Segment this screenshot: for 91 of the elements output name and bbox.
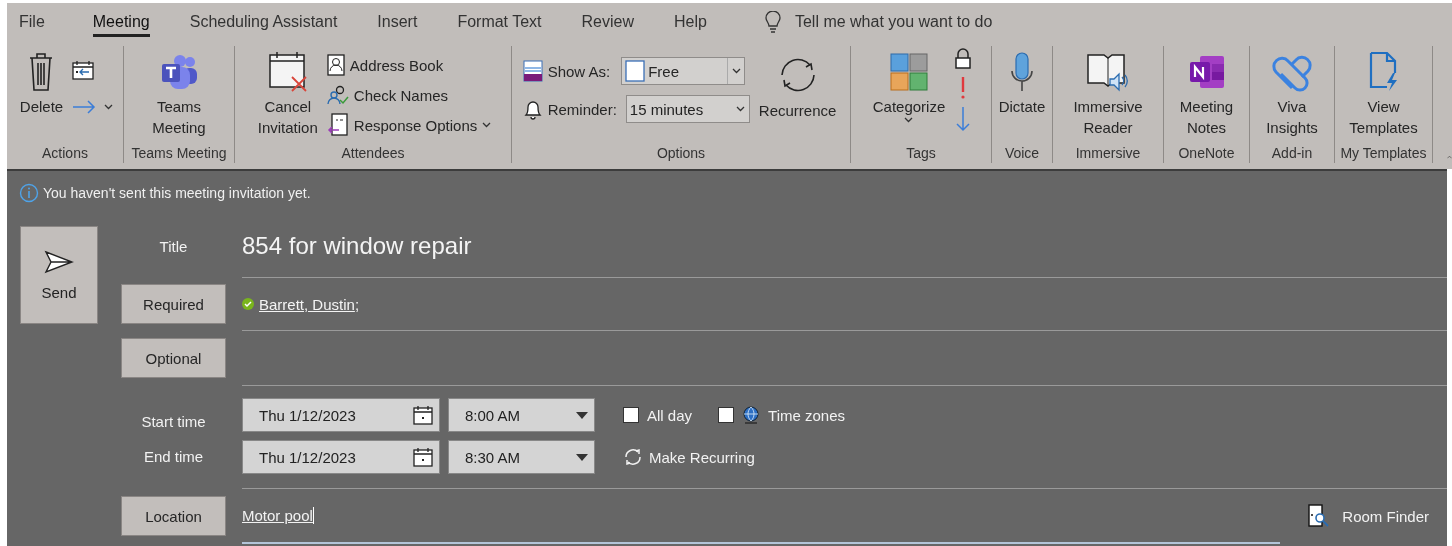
time-dropdown[interactable]: 8:30 AM (448, 440, 595, 474)
show-as-dropdown[interactable]: Free (621, 57, 746, 85)
reminder-label: Reminder: (547, 100, 617, 118)
ribbon-button[interactable]: Viva Insights (1263, 46, 1321, 145)
menu-tab[interactable]: Review (561, 3, 654, 40)
location-field[interactable]: Motor pool (242, 488, 1281, 544)
check-circle-icon (242, 298, 254, 310)
paper-plane-icon (44, 249, 74, 274)
bell-icon (522, 98, 543, 120)
date-field[interactable]: Thu 1/12/2023 (242, 440, 440, 474)
people-check-icon (326, 85, 349, 105)
date-field[interactable]: Thu 1/12/2023 (242, 398, 440, 432)
door-magnifier-icon (1308, 504, 1331, 528)
time-dropdown[interactable]: 8:00 AM (448, 398, 595, 432)
exclamation-icon[interactable] (960, 76, 967, 100)
people-icon (159, 54, 199, 90)
required-button[interactable]: Required (121, 284, 226, 324)
microphone-icon (1010, 51, 1034, 93)
menu-tab[interactable]: Help (654, 3, 727, 40)
collapse-ribbon-icon[interactable] (1447, 153, 1452, 161)
lock-icon[interactable] (954, 48, 973, 70)
group-label: Actions (41, 145, 89, 163)
menu-tab[interactable]: Meeting (72, 3, 170, 40)
arrow-down-icon[interactable] (956, 106, 971, 132)
attendee-link[interactable]: Barrett, Dustin; (259, 295, 360, 313)
info-message: You haven't sent this meeting invitation yet. (43, 185, 311, 201)
optional-button[interactable]: Optional (121, 338, 226, 378)
arrow-right-icon (72, 100, 97, 114)
group-label: Tags (905, 145, 937, 163)
cycle-arrows-icon (623, 448, 643, 466)
end-time-label: End time (143, 447, 204, 465)
ribbon-button[interactable]: Dictate (995, 46, 1049, 145)
menu-tab[interactable]: Insert (357, 3, 438, 40)
calendar-cross-icon (267, 51, 308, 93)
status-bar-icon (522, 60, 543, 82)
ribbon-button[interactable]: Response Options (326, 110, 492, 140)
reminder-dropdown[interactable]: 15 minutes (625, 95, 750, 123)
contact-card-icon (326, 54, 345, 76)
ribbon-button[interactable]: Categorize (869, 46, 949, 145)
ribbon-button[interactable]: Check Names (326, 80, 492, 110)
title-field[interactable]: 854 for window repair (242, 232, 472, 260)
group-label: Attendees (340, 145, 406, 163)
title-label: Title (159, 237, 188, 255)
menu-tab[interactable]: File (7, 3, 73, 40)
recurrence-button[interactable]: Recurrence (755, 46, 840, 145)
dropdown-arrow-icon (576, 453, 588, 461)
checkbox[interactable] (623, 407, 639, 423)
document-reply-icon (326, 113, 349, 137)
info-icon (19, 183, 39, 203)
tell-me-search[interactable]: Tell me what you want to do (794, 12, 993, 31)
show-as-label: Show As: (547, 62, 611, 80)
dropdown-arrow-icon (576, 411, 588, 419)
calendar-icon (413, 447, 433, 467)
caret-icon (731, 68, 741, 74)
location-button[interactable]: Location (121, 496, 226, 536)
caret-icon (736, 106, 746, 112)
ribbon-button[interactable]: Address Book (326, 50, 492, 80)
all-day-label: All day (647, 406, 693, 424)
notebook-icon (1187, 54, 1226, 90)
menu-tab[interactable]: Scheduling Assistant (169, 3, 358, 40)
group-label: Voice (1003, 145, 1041, 163)
move-button[interactable] (72, 100, 114, 114)
free-swatch-icon (625, 60, 646, 82)
trash-icon (28, 52, 55, 92)
globe-icon (742, 406, 761, 424)
book-speaker-icon (1086, 51, 1130, 93)
group-label: Options (655, 145, 707, 163)
caret-icon (904, 117, 914, 123)
caret-icon (104, 104, 114, 110)
delete-button[interactable]: Delete (16, 46, 67, 145)
color-squares-icon (890, 53, 928, 91)
lightbulb-icon (764, 10, 781, 33)
menu-tab[interactable]: Format Text (437, 3, 562, 40)
group-label: Immersive (1074, 145, 1142, 163)
group-label: Add-in (1270, 145, 1314, 163)
ribbon-button[interactable]: Meeting Notes (1176, 46, 1237, 145)
ribbon-button[interactable]: View Templates (1346, 46, 1421, 145)
time-zones-label: Time zones (768, 406, 845, 424)
ribbon-button[interactable]: Cancel Invitation (254, 46, 321, 145)
room-finder-button[interactable]: Room Finder (1308, 504, 1429, 528)
ribbon-button[interactable]: Immersive Reader (1070, 46, 1146, 145)
start-time-label: Start time (141, 412, 206, 430)
make-recurring-button[interactable]: Make Recurring (623, 448, 755, 466)
group-label: Teams Meeting (130, 145, 228, 163)
ribbon-button[interactable]: Teams Meeting (149, 46, 209, 145)
caret-icon (482, 122, 492, 128)
group-label: My Templates (1339, 145, 1428, 163)
send-button[interactable]: Send (20, 226, 98, 324)
group-label: OneNote (1177, 145, 1236, 163)
calendar-icon (413, 405, 433, 425)
checkbox[interactable] (718, 407, 735, 423)
